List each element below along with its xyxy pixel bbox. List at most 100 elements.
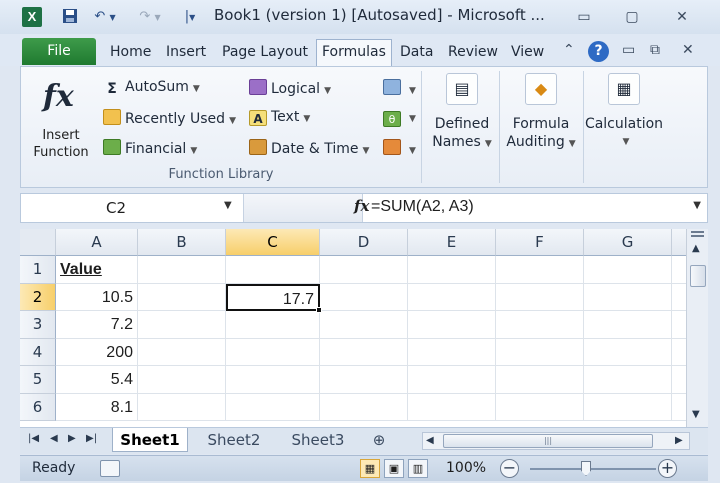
- cell-g2[interactable]: [584, 283, 672, 311]
- cell-h5[interactable]: [672, 366, 686, 394]
- vertical-scroll-thumb[interactable]: [690, 265, 706, 287]
- column-header-g[interactable]: G: [584, 229, 672, 256]
- previous-sheet-icon[interactable]: ◀: [50, 433, 58, 444]
- last-sheet-icon[interactable]: ▶|: [86, 433, 97, 444]
- zoom-level[interactable]: 100%: [446, 460, 486, 476]
- cell-f5[interactable]: [496, 366, 584, 394]
- row-header-4[interactable]: 4: [20, 338, 56, 366]
- cell-e4[interactable]: [408, 338, 496, 366]
- cell-d5[interactable]: [320, 366, 408, 394]
- scroll-down-arrow-icon[interactable]: ▼: [692, 409, 700, 420]
- cell-h6[interactable]: [672, 394, 686, 421]
- cell-c6[interactable]: [226, 393, 320, 421]
- page-layout-view-button[interactable]: ▣: [384, 459, 404, 478]
- horizontal-scrollbar[interactable]: ◀ ||| ▶: [422, 432, 690, 450]
- horizontal-scroll-thumb[interactable]: |||: [443, 434, 653, 448]
- column-header-f[interactable]: F: [496, 229, 584, 256]
- cell-a2[interactable]: 10.5: [56, 283, 138, 311]
- cell-e2[interactable]: [408, 283, 496, 311]
- tab-formulas[interactable]: Formulas: [316, 39, 392, 66]
- cell-a3[interactable]: 7.2: [56, 311, 138, 339]
- cell-g5[interactable]: [584, 366, 672, 394]
- row-header-3[interactable]: 3: [20, 311, 56, 339]
- save-icon[interactable]: [60, 8, 80, 26]
- zoom-slider-thumb[interactable]: [581, 461, 591, 476]
- select-all-corner[interactable]: [20, 229, 56, 256]
- tab-home[interactable]: Home: [110, 41, 151, 65]
- cell-b6[interactable]: [138, 393, 226, 421]
- sheet-tab-sheet2[interactable]: Sheet2: [196, 428, 272, 452]
- minimize-button[interactable]: ▭: [570, 7, 598, 27]
- tab-file[interactable]: File: [22, 38, 96, 65]
- vertical-scrollbar[interactable]: ▲ ▼: [686, 229, 708, 427]
- insert-function-fx-icon[interactable]: fx: [354, 197, 369, 215]
- recently-used-button[interactable]: Recently Used ▼: [103, 109, 236, 127]
- math-trig-button[interactable]: θ ▼: [383, 109, 416, 127]
- cell-e6[interactable]: [408, 393, 496, 421]
- row-header-6[interactable]: 6: [20, 393, 56, 421]
- cell-b2[interactable]: [138, 283, 226, 311]
- zoom-out-button[interactable]: −: [500, 459, 519, 478]
- cell-b5[interactable]: [138, 366, 226, 394]
- cell-a6[interactable]: 8.1: [56, 393, 138, 421]
- text-button[interactable]: A Text ▼: [249, 109, 310, 126]
- financial-button[interactable]: Financial ▼: [103, 139, 197, 157]
- tab-data[interactable]: Data: [400, 41, 433, 65]
- row-header-5[interactable]: 5: [20, 366, 56, 394]
- window-close-icon[interactable]: ✕: [682, 42, 694, 58]
- cell-h3[interactable]: [672, 311, 686, 339]
- row-header-2[interactable]: 2: [20, 283, 56, 311]
- logical-button[interactable]: Logical ▼: [249, 79, 331, 97]
- cell-g6[interactable]: [584, 393, 672, 421]
- column-header-b[interactable]: B: [138, 229, 226, 256]
- insert-function-button[interactable]: Insert Function: [29, 127, 93, 161]
- cell-d2[interactable]: [320, 283, 408, 311]
- tab-view[interactable]: View: [511, 41, 544, 65]
- insert-sheet-icon[interactable]: ⊕: [364, 428, 394, 452]
- close-button[interactable]: ✕: [668, 7, 696, 27]
- zoom-slider-track[interactable]: [530, 468, 656, 470]
- row-header-1[interactable]: 1: [20, 256, 56, 284]
- page-break-view-button[interactable]: ▥: [408, 459, 428, 478]
- column-header-c[interactable]: C: [226, 229, 320, 256]
- defined-names-button[interactable]: ▤ Defined Names ▼: [429, 73, 495, 153]
- cell-b1[interactable]: [138, 256, 226, 284]
- cell-d3[interactable]: [320, 311, 408, 339]
- insert-function-icon[interactable]: fx: [43, 79, 74, 114]
- cell-d1[interactable]: [320, 256, 408, 284]
- cell-h4[interactable]: [672, 339, 686, 366]
- scroll-right-arrow-icon[interactable]: ▶: [675, 435, 683, 446]
- window-minimize-icon[interactable]: ▭: [622, 42, 635, 58]
- autosum-button[interactable]: Σ AutoSum ▼: [103, 79, 200, 97]
- cell-b4[interactable]: [138, 338, 226, 366]
- restore-button[interactable]: ▢: [618, 7, 646, 27]
- column-header-d[interactable]: D: [320, 229, 408, 256]
- cell-a5[interactable]: 5.4: [56, 366, 138, 394]
- normal-view-button[interactable]: ▦: [360, 459, 380, 478]
- date-time-button[interactable]: Date & Time ▼: [249, 139, 369, 157]
- worksheet-grid[interactable]: A B C D E F G 1 2 3 4 5 6 Value 10.5 17.7 7…: [20, 229, 686, 427]
- cell-g1[interactable]: [584, 256, 672, 284]
- cell-h1[interactable]: [672, 256, 686, 284]
- cell-f1[interactable]: [496, 256, 584, 284]
- first-sheet-icon[interactable]: |◀: [28, 433, 39, 444]
- column-header-e[interactable]: E: [408, 229, 496, 256]
- expand-formula-bar-icon[interactable]: ▼: [693, 200, 701, 211]
- undo-icon[interactable]: ↶ ▼: [90, 8, 120, 26]
- name-box-dropdown-icon[interactable]: ▼: [224, 200, 232, 211]
- cell-e3[interactable]: [408, 311, 496, 339]
- cell-f3[interactable]: [496, 311, 584, 339]
- cell-f6[interactable]: [496, 393, 584, 421]
- zoom-in-button[interactable]: +: [658, 459, 677, 478]
- lookup-reference-button[interactable]: ▼: [383, 79, 416, 97]
- cell-f2[interactable]: [496, 283, 584, 311]
- more-functions-button[interactable]: ▼: [383, 139, 416, 157]
- tab-review[interactable]: Review: [448, 41, 498, 65]
- formula-auditing-button[interactable]: ◆ Formula Auditing ▼: [503, 73, 579, 153]
- cell-f4[interactable]: [496, 338, 584, 366]
- sheet-tab-sheet3[interactable]: Sheet3: [280, 428, 356, 452]
- name-box[interactable]: C2: [21, 194, 241, 222]
- cell-g3[interactable]: [584, 311, 672, 339]
- column-header-a[interactable]: A: [56, 229, 138, 256]
- scroll-up-arrow-icon[interactable]: ▲: [692, 243, 700, 254]
